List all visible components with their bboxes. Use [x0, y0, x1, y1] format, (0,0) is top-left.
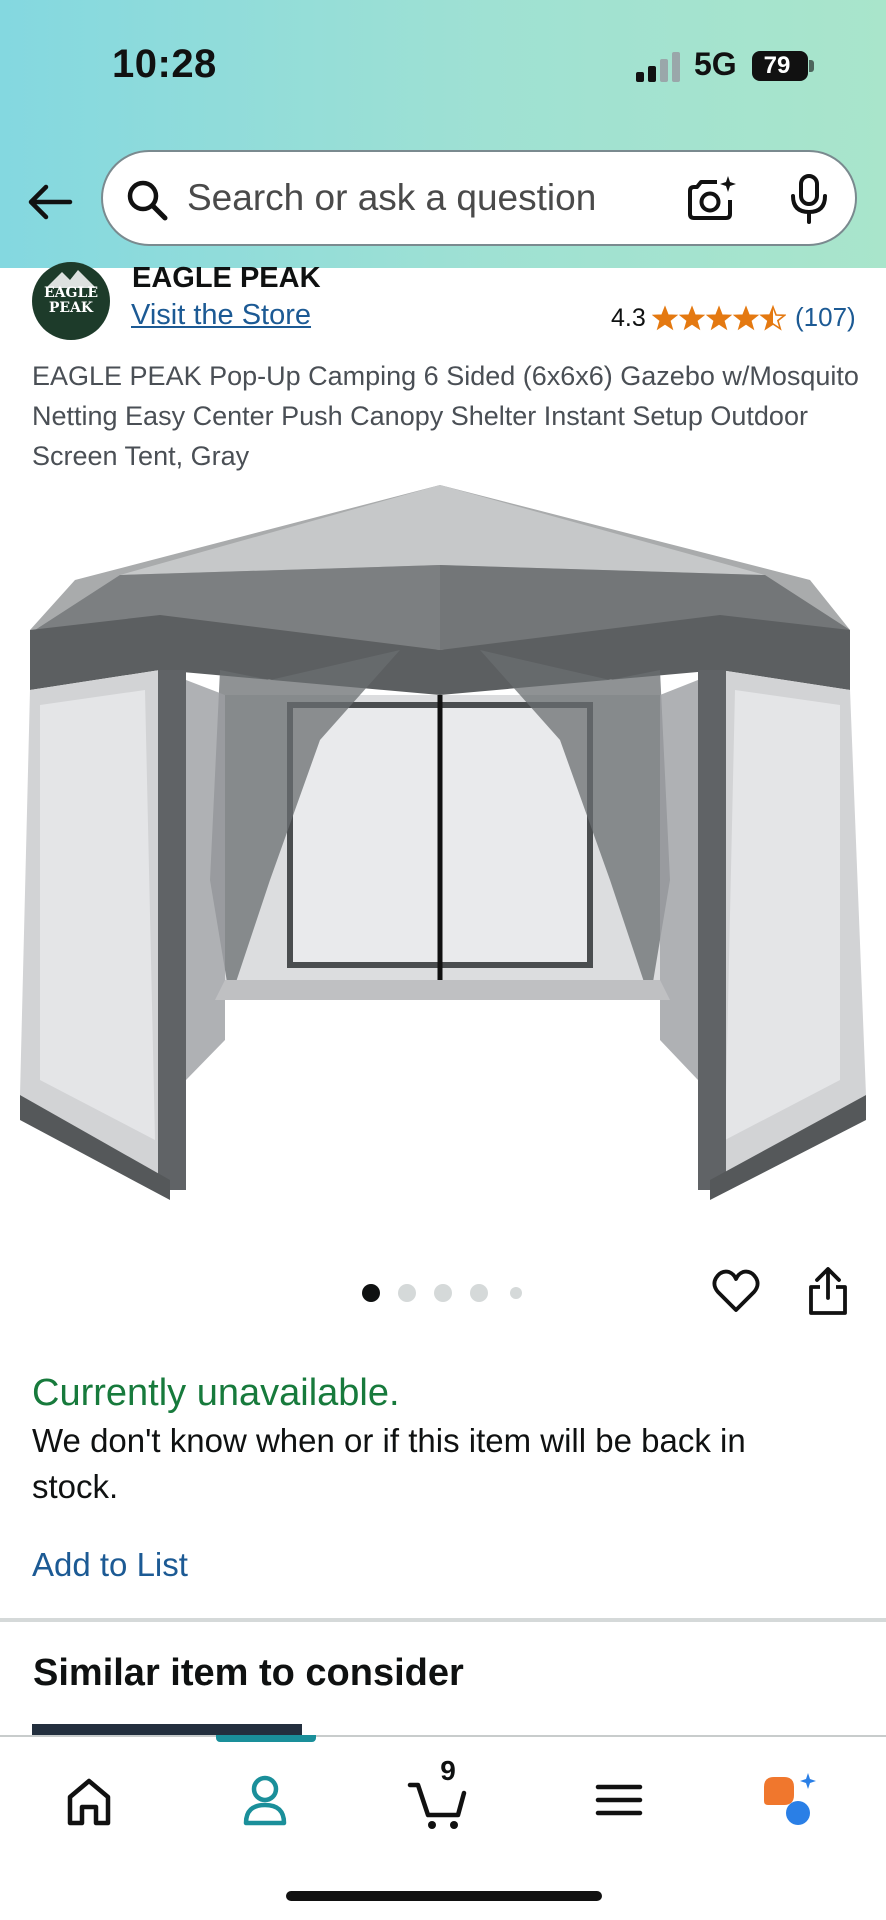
availability-description: We don't know when or if this item will …: [32, 1422, 746, 1505]
star-icon: [652, 306, 678, 330]
account-icon[interactable]: [230, 1765, 300, 1835]
bottom-nav: 9: [0, 1735, 886, 1920]
battery-level: 79: [763, 52, 791, 79]
carousel-dot-active[interactable]: [362, 1284, 380, 1302]
menu-icon[interactable]: [584, 1765, 654, 1835]
rating-value: 4.3: [611, 304, 646, 332]
carousel-dot[interactable]: [434, 1284, 452, 1302]
battery-cap: [809, 60, 814, 72]
product-image[interactable]: [20, 480, 866, 1200]
rating-count[interactable]: (107): [795, 302, 856, 333]
search-bar[interactable]: Search or ask a question: [101, 150, 857, 246]
add-to-list-link[interactable]: Add to List: [32, 1546, 188, 1584]
product-title: EAGLE PEAK Pop-Up Camping 6 Sided (6x6x6…: [32, 361, 859, 471]
back-arrow-icon[interactable]: [26, 178, 74, 226]
app-header: 10:28 5G 79 Search or ask a question: [0, 0, 886, 268]
brand-name: EAGLE PEAK: [132, 262, 321, 294]
half-star-icon: [760, 306, 786, 330]
brand-logo-text: EAGLE PEAK: [43, 285, 98, 316]
section-divider: [0, 1618, 886, 1622]
battery-icon: 79: [752, 51, 808, 81]
share-icon[interactable]: [806, 1266, 850, 1316]
nav-active-indicator: [216, 1735, 316, 1742]
carousel-dot[interactable]: [470, 1284, 488, 1302]
signal-strength-icon: [636, 52, 680, 82]
star-icon: [706, 306, 732, 330]
network-type: 5G: [694, 46, 737, 82]
search-icon: [127, 180, 168, 221]
carousel-dot[interactable]: [398, 1284, 416, 1302]
similar-items-heading: Similar item to consider: [33, 1652, 464, 1694]
status-time: 10:28: [112, 42, 217, 86]
home-icon[interactable]: [54, 1765, 124, 1835]
camera-lens-icon[interactable]: [687, 174, 737, 224]
star-icon: [679, 306, 705, 330]
visit-store-link[interactable]: Visit the Store: [131, 299, 311, 332]
rufus-ai-icon[interactable]: [758, 1765, 828, 1835]
brand-logo[interactable]: EAGLE PEAK: [32, 262, 110, 340]
search-input[interactable]: Search or ask a question: [187, 152, 596, 244]
cart-count: 9: [440, 1755, 456, 1786]
star-icon: [733, 306, 759, 330]
home-indicator: [286, 1891, 602, 1901]
star-rating[interactable]: [652, 303, 786, 333]
heart-icon[interactable]: [712, 1268, 760, 1314]
microphone-icon[interactable]: [789, 174, 829, 224]
carousel-dot[interactable]: [510, 1287, 522, 1299]
availability-status: Currently unavailable.: [32, 1372, 400, 1414]
